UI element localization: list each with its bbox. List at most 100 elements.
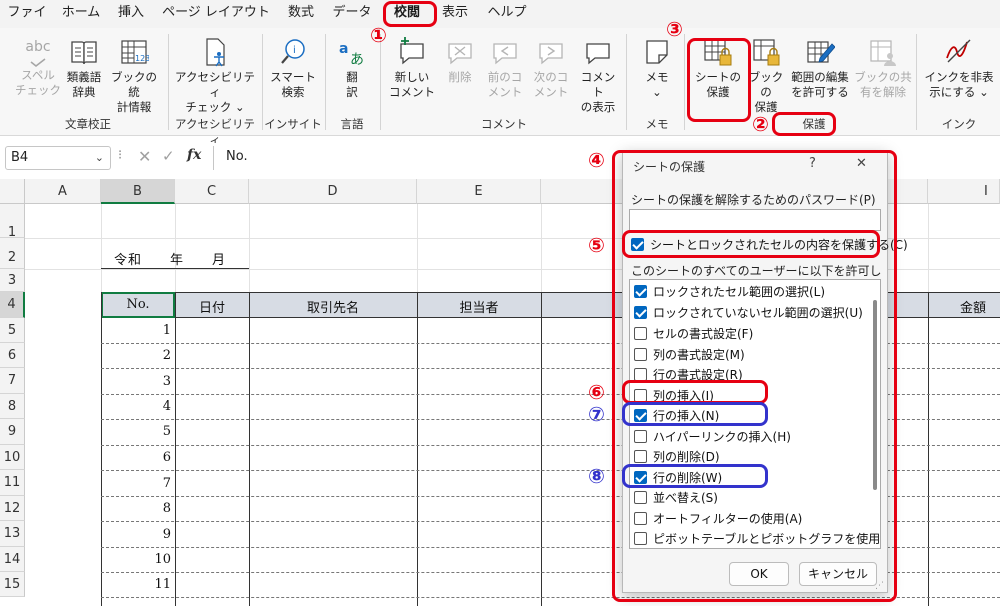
memo-button[interactable]: メモ ⌄ [634, 36, 680, 100]
option-insert-hyperlinks[interactable]: ハイパーリンクの挿入(H) [634, 427, 791, 447]
row-header-15[interactable]: 15 [0, 572, 25, 597]
option-delete-columns[interactable]: 列の削除(D) [634, 447, 720, 467]
workbook-stats-button[interactable]: 123 ブックの統 計情報 [106, 36, 162, 115]
option-insert-rows[interactable]: 行の挿入(N) [634, 406, 719, 426]
hide-ink-button[interactable]: インクを非表 示にする ⌄ [920, 36, 998, 100]
menu-bar: ファイル ホーム 挿入 ページ レイアウト 数式 データ 校閲 表示 ヘルプ [0, 0, 1000, 46]
ok-button[interactable]: OK [729, 562, 789, 586]
gridline [928, 204, 929, 292]
protect-contents-label: シートとロックされたセルの内容を保護する(C) [650, 238, 908, 252]
password-input[interactable] [629, 209, 881, 231]
thesaurus-label-1: 類義語 [66, 70, 102, 84]
permissions-list[interactable]: ロックされたセル範囲の選択(L) ロックされていないセル範囲の選択(U) セルの… [629, 279, 881, 549]
checkbox-checked[interactable] [631, 238, 644, 251]
next-comment-button[interactable]: 次のコ メント [530, 36, 572, 100]
row-header-8[interactable]: 8 [0, 394, 25, 419]
list-scrollbar[interactable] [873, 300, 877, 490]
name-box-chevron-icon[interactable]: ⌄ [95, 147, 104, 169]
menu-home[interactable]: ホーム [58, 0, 104, 28]
row-header-13[interactable]: 13 [0, 521, 25, 547]
enter-check-icon[interactable]: ✓ [162, 147, 175, 165]
protect-contents-checkbox[interactable]: シートとロックされたセルの内容を保護する(C) [631, 235, 908, 255]
column-header-i[interactable]: I [928, 179, 1000, 204]
column-header-e[interactable]: E [417, 179, 541, 204]
menu-view[interactable]: 表示 [438, 0, 472, 28]
row-header-1[interactable]: 1 [0, 204, 25, 240]
cancel-x-icon[interactable]: ✕ [138, 147, 151, 166]
column-header-c[interactable]: C [175, 179, 249, 204]
insert-function-icon[interactable]: fx [187, 147, 201, 163]
allow-edit-ranges-button[interactable]: 範囲の編集 を許可する [788, 36, 852, 100]
cancel-button[interactable]: キャンセル [799, 562, 877, 586]
thesaurus-button[interactable]: 類義語 辞典 [62, 36, 106, 100]
translate-button[interactable]: a あ 翻 訳 [330, 36, 374, 100]
row-header-10[interactable]: 10 [0, 445, 25, 470]
svg-text:i: i [293, 45, 296, 56]
previous-comment-label-2: メント [487, 85, 523, 99]
smart-lookup-label-2: 検索 [281, 85, 305, 99]
option-delete-rows[interactable]: 行の削除(W) [634, 468, 722, 488]
column-header-f[interactable] [541, 179, 629, 204]
option-pivot[interactable]: ピボットテーブルとピボットグラフを使用する [634, 529, 880, 548]
select-all-corner[interactable] [0, 179, 25, 204]
menu-page-layout[interactable]: ページ レイアウト [160, 0, 272, 28]
row-header-4[interactable]: 4 [0, 292, 25, 318]
row-header-7[interactable]: 7 [0, 368, 25, 394]
column-header-d[interactable]: D [249, 179, 417, 204]
stats-label-1: ブックの統 [111, 70, 157, 99]
show-comments-button[interactable]: コメント の表示 [576, 36, 620, 115]
option-sort[interactable]: 並べ替え(S) [634, 488, 718, 508]
spell-check-mark-icon [14, 58, 62, 68]
row-header-3[interactable]: 3 [0, 269, 25, 292]
next-comment-label-2: メント [533, 85, 569, 99]
group-memo-label: メモ [645, 117, 669, 131]
row-header-6[interactable]: 6 [0, 343, 25, 368]
gridline [175, 204, 176, 292]
option-select-locked[interactable]: ロックされたセル範囲の選択(L) [634, 282, 825, 302]
svg-text:あ: あ [350, 52, 364, 68]
menu-formulas[interactable]: 数式 [282, 0, 320, 28]
option-format-columns[interactable]: 列の書式設定(M) [634, 345, 745, 365]
option-format-cells[interactable]: セルの書式設定(F) [634, 324, 753, 344]
protect-workbook-button[interactable]: ブックの 保護 [746, 36, 786, 115]
row-header-5[interactable]: 5 [0, 318, 25, 343]
close-icon[interactable]: ✕ [856, 156, 867, 171]
ribbon-separator [626, 34, 627, 130]
menu-insert[interactable]: 挿入 [114, 0, 148, 28]
row-header-9[interactable]: 9 [0, 419, 25, 445]
show-comments-icon [586, 43, 610, 65]
unshare-workbook-button[interactable]: ブックの共 有を解除 [854, 36, 912, 100]
new-comment-label-2: コメント [389, 85, 435, 99]
option-autofilter[interactable]: オートフィルターの使用(A) [634, 509, 802, 529]
row-header-14[interactable]: 14 [0, 547, 25, 572]
delete-comment-button[interactable]: 削除 [440, 36, 480, 85]
menu-data[interactable]: データ [330, 0, 374, 28]
accessibility-check-button[interactable]: アクセシビリティ チェック ⌄ [172, 36, 258, 115]
menu-file[interactable]: ファイル [4, 0, 50, 46]
row-header-12[interactable]: 12 [0, 496, 25, 521]
protect-workbook-label-1: ブックの [748, 70, 784, 99]
help-icon[interactable]: ? [809, 156, 816, 171]
spell-check-button[interactable]: abc スペル チェック [14, 36, 62, 98]
column-header-a[interactable]: A [25, 179, 101, 204]
row-header-11[interactable]: 11 [0, 470, 25, 496]
protect-sheet-label-1: シートの [695, 70, 741, 84]
smart-lookup-button[interactable]: i スマート 検索 [266, 36, 320, 100]
new-comment-button[interactable]: 新しい コメント [388, 36, 436, 100]
name-box[interactable]: B4 ⌄ [5, 146, 111, 170]
option-insert-columns[interactable]: 列の挿入(I) [634, 386, 714, 406]
row-header-2[interactable]: 2 [0, 238, 25, 269]
previous-comment-button[interactable]: 前のコ メント [484, 36, 526, 100]
column-header-b[interactable]: B [101, 179, 175, 204]
unshare-label-2: 有を解除 [860, 85, 906, 99]
memo-label: メモ [645, 70, 669, 84]
option-format-rows[interactable]: 行の書式設定(R) [634, 365, 743, 385]
menu-help[interactable]: ヘルプ [484, 0, 530, 28]
no-cell: 8 [162, 501, 171, 516]
resize-grip-icon[interactable]: ⋰ [875, 581, 884, 591]
delete-comment-icon [448, 43, 472, 65]
protect-sheet-button[interactable]: シートの 保護 [692, 36, 744, 100]
reiwa-date-text: 令和 年 月 [114, 253, 227, 268]
no-cell: 2 [162, 348, 171, 363]
option-select-unlocked[interactable]: ロックされていないセル範囲の選択(U) [634, 303, 863, 323]
